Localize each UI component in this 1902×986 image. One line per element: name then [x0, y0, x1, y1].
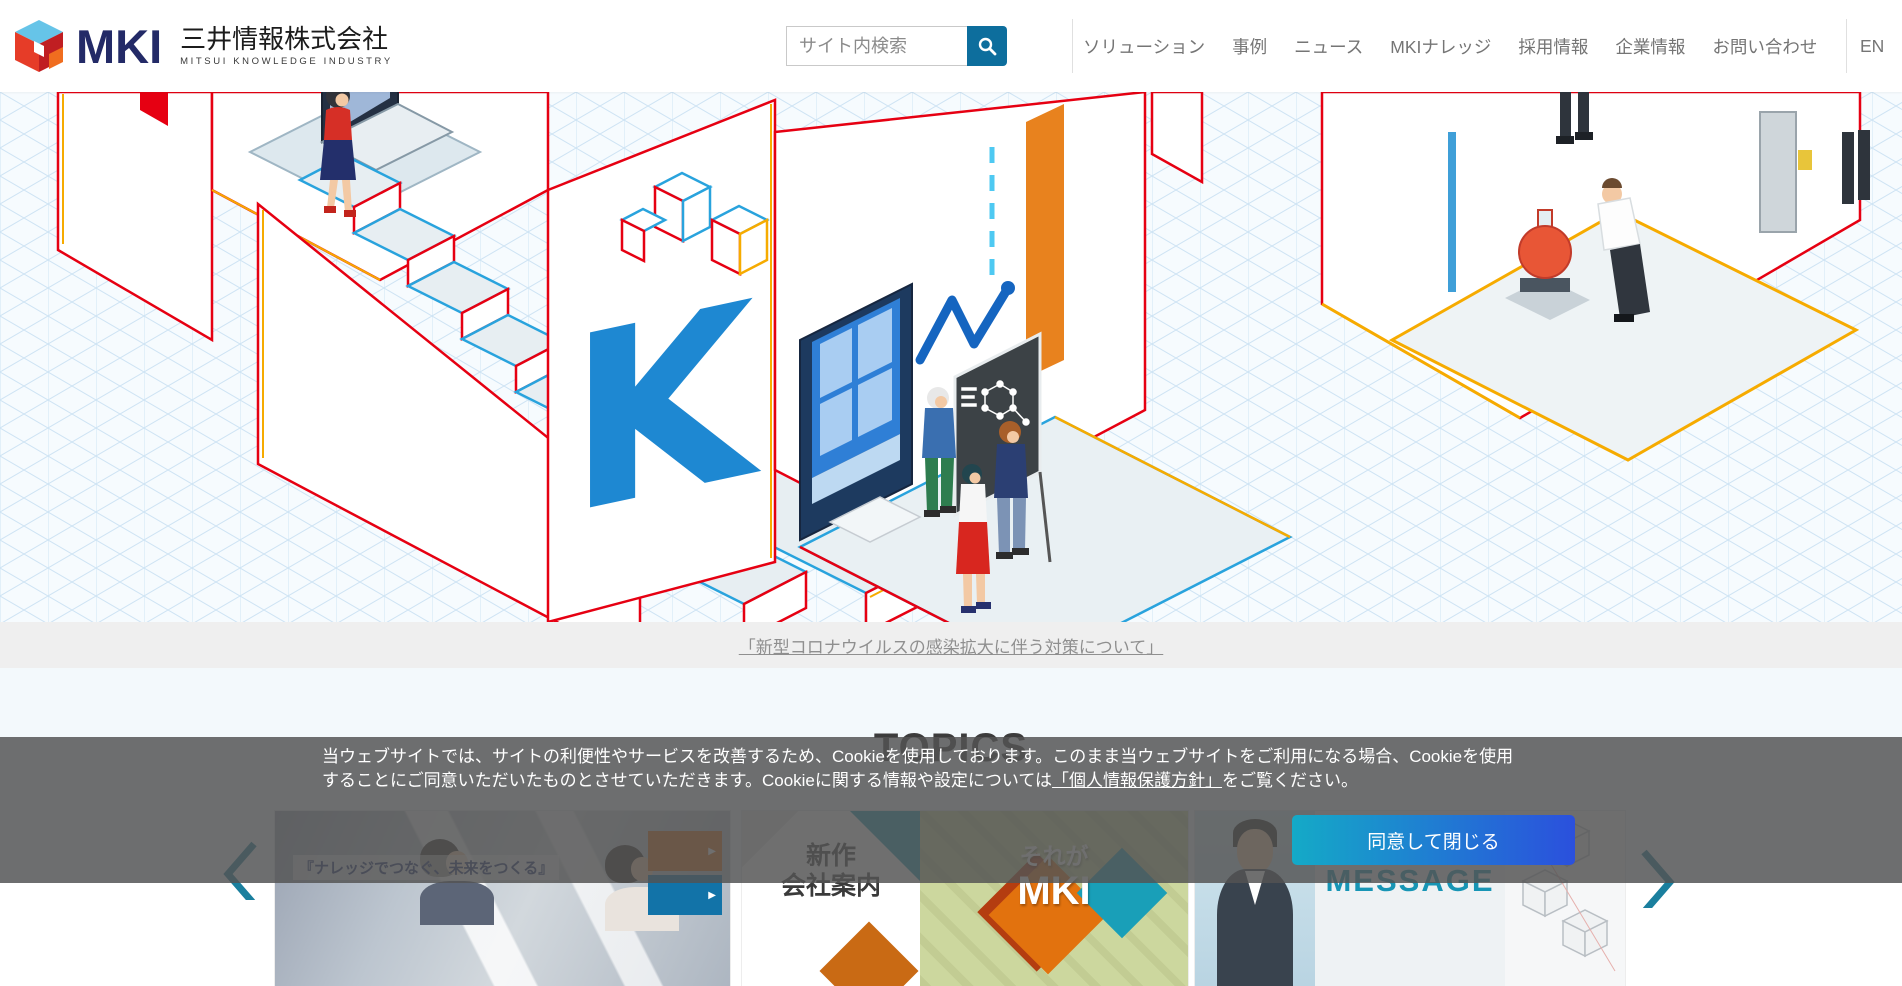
- notice-bar: 「新型コロナウイルスの感染拡大に伴う対策について」: [0, 622, 1902, 668]
- cookie-text-line2: することにご同意いただいたものとさせていただきます。Cookieに関する情報や設…: [322, 769, 1513, 793]
- logo-company-name-en: MITSUI KNOWLEDGE INDUSTRY: [180, 56, 393, 68]
- mki-cube-icon: [15, 20, 63, 72]
- hero-illustration: K: [0, 92, 1902, 622]
- lang-switch-en[interactable]: EN: [1860, 0, 1884, 92]
- cookie-line2-before: することにご同意いただいたものとさせていただきます。Cookieに関する情報や設…: [322, 771, 1053, 790]
- main-nav: ソリューション 事例 ニュース MKIナレッジ 採用情報 企業情報 お問い合わせ: [1083, 0, 1817, 92]
- privacy-policy-link[interactable]: 「個人情報保護方針」: [1052, 771, 1222, 790]
- logo-company-name: 三井情報株式会社: [180, 23, 389, 54]
- covid-notice-link[interactable]: 「新型コロナウイルスの感染拡大に伴う対策について」: [739, 633, 1164, 658]
- logo-company-block: 三井情報株式会社 MITSUI KNOWLEDGE INDUSTRY: [180, 23, 393, 68]
- nav-item-corporate[interactable]: 企業情報: [1615, 34, 1685, 59]
- nav-item-contact[interactable]: お問い合わせ: [1712, 34, 1817, 59]
- search-input[interactable]: [786, 26, 967, 66]
- nav-item-mki-knowledge[interactable]: MKIナレッジ: [1390, 34, 1491, 59]
- cookie-consent-overlay: 当ウェブサイトでは、サイトの利便性やサービスを改善するため、Cookieを使用し…: [0, 737, 1902, 883]
- logo-mki-text: MKI: [76, 19, 163, 73]
- nav-item-cases[interactable]: 事例: [1232, 34, 1267, 59]
- hero-letter-k: K: [568, 249, 762, 569]
- cookie-accept-button[interactable]: 同意して閉じる: [1292, 815, 1575, 865]
- search-button[interactable]: [967, 26, 1007, 66]
- site-search: [786, 26, 1007, 66]
- cookie-text-line1: 当ウェブサイトでは、サイトの利便性やサービスを改善するため、Cookieを使用し…: [322, 747, 1514, 766]
- header-divider-left: [1072, 19, 1073, 73]
- cookie-consent-text: 当ウェブサイトでは、サイトの利便性やサービスを改善するため、Cookieを使用し…: [322, 745, 1513, 793]
- header-divider-right: [1846, 19, 1847, 73]
- site-logo[interactable]: MKI 三井情報株式会社 MITSUI KNOWLEDGE INDUSTRY: [14, 0, 393, 92]
- hero-banner: K: [0, 92, 1902, 622]
- nav-item-news[interactable]: ニュース: [1294, 34, 1363, 59]
- nav-item-recruit[interactable]: 採用情報: [1518, 34, 1588, 59]
- cookie-line2-after: をご覧ください。: [1222, 771, 1359, 790]
- search-icon: [978, 37, 997, 56]
- arrow-icon: ▶: [708, 889, 716, 901]
- site-header: MKI 三井情報株式会社 MITSUI KNOWLEDGE INDUSTRY ソ…: [0, 0, 1902, 92]
- nav-item-solution[interactable]: ソリューション: [1083, 34, 1205, 59]
